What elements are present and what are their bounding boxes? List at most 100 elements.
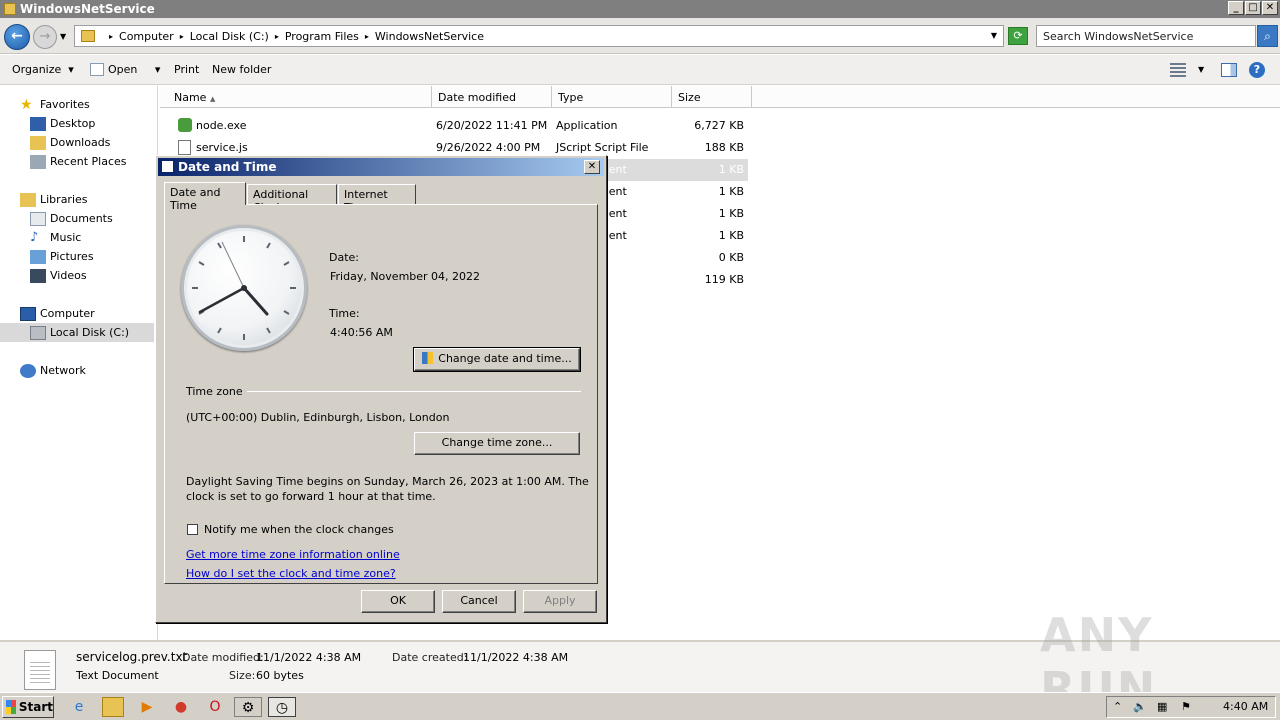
recent-places-icon [30, 154, 46, 169]
notify-checkbox[interactable] [187, 524, 198, 535]
dst-info-line1: Daylight Saving Time begins on Sunday, M… [186, 475, 589, 488]
minimize-button[interactable]: _ [1228, 1, 1244, 15]
column-name[interactable]: Name ▲ [160, 86, 432, 108]
time-zone-heading: Time zone [186, 385, 243, 398]
action-center-icon[interactable]: ⚑ [1181, 700, 1191, 713]
windows-logo-icon [6, 700, 16, 714]
tab-additional-clocks[interactable]: Additional Clocks [247, 184, 337, 214]
organize-button[interactable]: Organize ▾ [12, 63, 74, 76]
breadcrumb-computer[interactable]: Computer [119, 30, 174, 43]
navigation-pane: ★ Favorites Desktop Downloads Recent Plac… [0, 86, 158, 640]
apply-button[interactable]: Apply [523, 590, 597, 613]
nav-libraries[interactable]: Libraries [0, 190, 154, 209]
file-row[interactable]: node.exe 6/20/2022 11:41 PM Application … [160, 115, 760, 137]
tab-panel: Date: Friday, November 04, 2022 Time: 4:… [164, 204, 598, 584]
breadcrumb-separator[interactable]: ▸ [180, 32, 184, 41]
notify-label: Notify me when the clock changes [204, 523, 394, 536]
how-to-set-clock-link[interactable]: How do I set the clock and time zone? [186, 567, 396, 580]
network-tray-icon[interactable]: ▦ [1157, 700, 1167, 713]
star-icon: ★ [20, 96, 33, 113]
view-dropdown-icon[interactable]: ▼ [1198, 65, 1204, 74]
window-title: WindowsNetService [20, 2, 155, 16]
date-time-dialog: Date and Time ✕ Date and Time Additional… [155, 155, 607, 623]
dialog-titlebar: Date and Time ✕ [158, 158, 604, 176]
nav-favorites[interactable]: ★ Favorites [0, 95, 154, 114]
change-time-zone-button[interactable]: Change time zone... [414, 432, 580, 455]
details-modified-label: Date modified: [182, 651, 264, 664]
breadcrumb-separator[interactable]: ▸ [275, 32, 279, 41]
breadcrumb-current[interactable]: WindowsNetService [375, 30, 484, 43]
cancel-button[interactable]: Cancel [442, 590, 516, 613]
control-panel-icon[interactable]: ⚙ [234, 697, 262, 717]
open-button[interactable]: Open ▾ [108, 63, 160, 76]
chrome-icon[interactable]: ● [170, 697, 192, 717]
date-time-icon [161, 160, 174, 173]
help-icon[interactable]: ? [1249, 62, 1265, 78]
nav-desktop[interactable]: Desktop [0, 114, 154, 133]
libraries-icon [20, 192, 36, 207]
computer-icon [20, 306, 36, 321]
drive-icon [30, 325, 46, 340]
maximize-button[interactable]: □ [1245, 1, 1261, 15]
search-icon[interactable]: ⌕ [1257, 25, 1278, 47]
column-date-modified[interactable]: Date modified [432, 86, 552, 108]
show-hidden-icons-icon[interactable]: ⌃ [1113, 700, 1122, 713]
tab-date-and-time[interactable]: Date and Time [164, 182, 246, 212]
nav-downloads[interactable]: Downloads [0, 133, 154, 152]
ok-button[interactable]: OK [361, 590, 435, 613]
column-size[interactable]: Size [672, 86, 752, 108]
history-dropdown-icon[interactable]: ▼ [60, 32, 66, 41]
breadcrumb-local-disk[interactable]: Local Disk (C:) [190, 30, 269, 43]
nav-pictures[interactable]: Pictures [0, 247, 154, 266]
tab-internet-time[interactable]: Internet Time [338, 184, 416, 214]
nav-documents[interactable]: Documents [0, 209, 154, 228]
group-divider [247, 391, 581, 392]
date-label: Date: [329, 251, 359, 264]
tray-clock[interactable]: 4:40 AM [1223, 700, 1268, 713]
column-type[interactable]: Type [552, 86, 672, 108]
change-date-time-button[interactable]: Change date and time... [413, 347, 581, 372]
print-button[interactable]: Print [174, 63, 199, 76]
start-button[interactable]: Start [2, 696, 54, 718]
explorer-icon[interactable] [102, 697, 124, 717]
analog-clock [181, 225, 307, 351]
address-dropdown-icon[interactable]: ▼ [991, 31, 997, 40]
details-modified-value: 11/1/2022 4:38 AM [256, 651, 362, 664]
nav-music[interactable]: ♪ Music [0, 228, 154, 247]
date-time-taskbar-icon[interactable]: ◷ [268, 697, 296, 717]
time-zone-value: (UTC+00:00) Dublin, Edinburgh, Lisbon, L… [186, 411, 450, 424]
desktop-icon [30, 116, 46, 131]
window-titlebar: WindowsNetService [0, 0, 1280, 18]
dialog-close-button[interactable]: ✕ [584, 160, 600, 174]
breadcrumb-separator[interactable]: ▸ [365, 32, 369, 41]
nav-videos[interactable]: Videos [0, 266, 154, 285]
search-input[interactable]: Search WindowsNetService [1036, 25, 1256, 47]
time-value: 4:40:56 AM [330, 326, 393, 339]
forward-button[interactable]: → [33, 25, 57, 49]
nav-local-disk[interactable]: Local Disk (C:) [0, 323, 154, 342]
internet-explorer-icon[interactable]: e [68, 697, 90, 717]
nav-computer[interactable]: Computer [0, 304, 154, 323]
breadcrumb-separator[interactable]: ▸ [109, 32, 113, 41]
downloads-icon [30, 135, 46, 150]
system-tray: ⌃ 🔈 ▦ ⚑ 4:40 AM [1106, 696, 1276, 718]
nav-recent-places[interactable]: Recent Places [0, 152, 154, 171]
nav-network[interactable]: Network [0, 361, 154, 380]
details-size-value: 60 bytes [256, 669, 304, 682]
pictures-icon [30, 249, 46, 264]
uac-shield-icon [422, 352, 434, 364]
back-button[interactable]: ← [4, 24, 30, 50]
details-file-kind: Text Document [76, 669, 159, 682]
refresh-icon[interactable]: ⟳ [1008, 27, 1028, 45]
preview-pane-icon[interactable] [1221, 63, 1237, 77]
address-box[interactable]: ▸ Computer ▸ Local Disk (C:) ▸ Program F… [74, 25, 1004, 47]
media-player-icon[interactable]: ▶ [136, 697, 158, 717]
volume-icon[interactable]: 🔈 [1133, 700, 1147, 713]
change-view-icon[interactable] [1170, 63, 1186, 77]
new-folder-button[interactable]: New folder [212, 63, 271, 76]
breadcrumb-program-files[interactable]: Program Files [285, 30, 359, 43]
close-button[interactable]: ✕ [1262, 1, 1278, 15]
opera-icon[interactable]: O [204, 697, 226, 717]
time-zone-info-link[interactable]: Get more time zone information online [186, 548, 400, 561]
text-document-icon [24, 650, 56, 690]
